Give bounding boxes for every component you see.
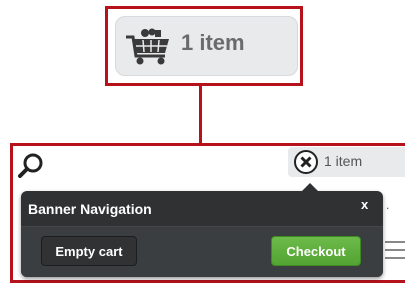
popover-title: Banner Navigation (28, 201, 152, 217)
connector-line (199, 86, 202, 144)
mini-cart-count: 1 item (324, 153, 363, 169)
cart-item-count: 1 item (181, 30, 245, 55)
popover-actions: Empty cart Checkout (21, 227, 383, 277)
close-circle-icon[interactable] (294, 150, 318, 174)
checkout-button[interactable]: Checkout (271, 236, 361, 266)
mini-cart-toggle[interactable]: 1 item (288, 147, 405, 177)
highlight-frame-bottom: 1 item es . Banner Navigation x Empty ca… (10, 143, 405, 283)
popover-close-button[interactable]: x (361, 197, 368, 212)
magnifier-icon[interactable] (18, 152, 44, 178)
highlight-frame-top: 1 item (105, 6, 303, 86)
background-divider (385, 241, 405, 243)
popover-arrow (301, 183, 319, 192)
shopping-cart-icon (126, 28, 169, 65)
background-divider (385, 257, 405, 259)
empty-cart-button[interactable]: Empty cart (41, 236, 137, 266)
cart-widget[interactable]: 1 item (115, 16, 298, 76)
background-divider (385, 249, 405, 251)
banner-navigation-popover: Banner Navigation x Empty cart Checkout (21, 183, 383, 277)
